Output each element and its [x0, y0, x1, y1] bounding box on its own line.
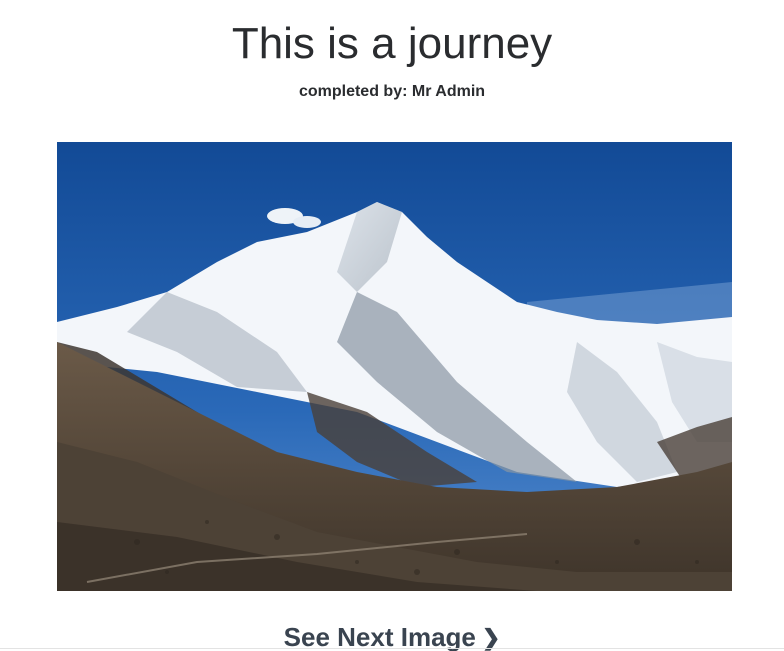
journey-page: This is a journey completed by: Mr Admin [0, 0, 784, 651]
bottom-divider [0, 648, 784, 649]
completed-by-label: completed by: Mr Admin [298, 83, 486, 100]
journey-photo [57, 142, 732, 591]
see-next-image-link[interactable]: See Next Image ❯ [0, 620, 784, 651]
chevron-right-icon: ❯ [481, 625, 501, 650]
see-next-image-label: See Next Image [283, 622, 476, 651]
page-title: This is a journey [231, 19, 553, 68]
